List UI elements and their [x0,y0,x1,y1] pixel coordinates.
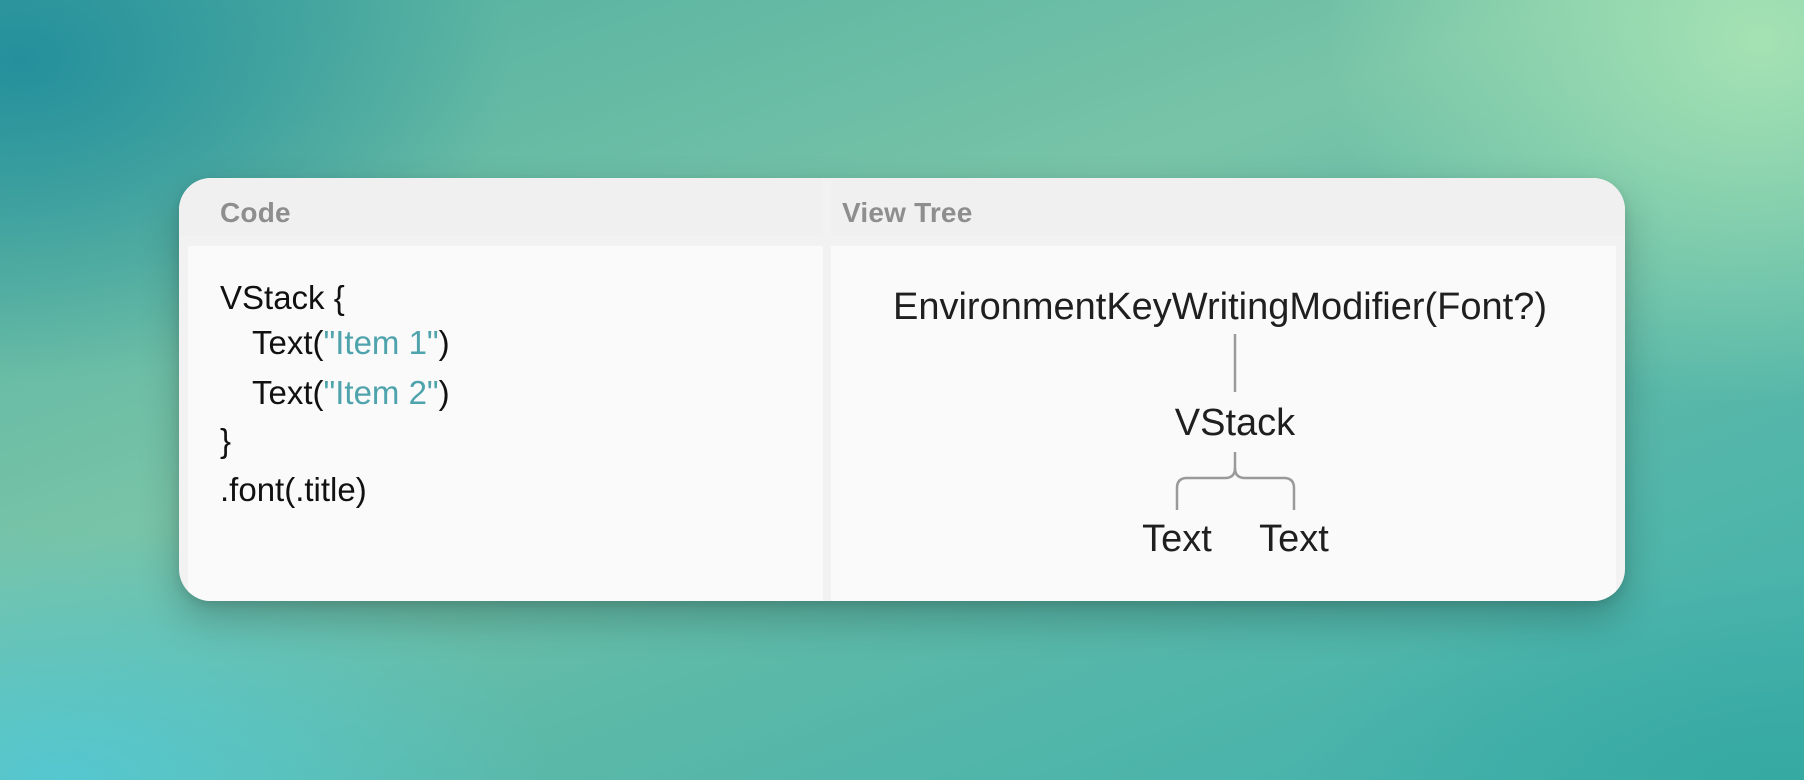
code-pane-title: Code [220,197,291,228]
code-text: ) [438,324,450,361]
code-line-2: Text("Item 1") [252,324,450,362]
code-text: .font(.title) [220,471,367,508]
view-tree-pane: View Tree EnvironmentKeyWritingModifier(… [831,178,1625,601]
tree-node-text-2: Text [1259,518,1329,560]
code-text: VStack { [220,279,345,316]
code-text: } [220,422,232,459]
code-string-literal: "Item 2" [323,374,439,411]
connector-vstack-to-text-1 [1175,452,1237,510]
code-line-4: } [220,422,231,460]
diagram-card: Code VStack { Text("Item 1") Text("Item … [179,178,1625,601]
code-pane-body: VStack { Text("Item 1") Text("Item 2") }… [188,246,823,601]
connector-vstack-to-text-2 [1233,467,1296,510]
tree-node-root: EnvironmentKeyWritingModifier(Font?) [893,286,1547,328]
code-line-1: VStack { [220,279,345,317]
code-string-literal: "Item 1" [323,324,439,361]
code-line-5: .font(.title) [220,471,367,509]
tree-node-text-1: Text [1142,518,1212,560]
code-pane-header: Code [179,178,823,236]
code-line-3: Text("Item 2") [252,374,450,412]
code-text: Text( [252,324,324,361]
code-text: ) [438,374,450,411]
code-text: Text( [252,374,324,411]
tree-node-vstack: VStack [1174,402,1296,444]
code-pane: Code VStack { Text("Item 1") Text("Item … [179,178,823,601]
